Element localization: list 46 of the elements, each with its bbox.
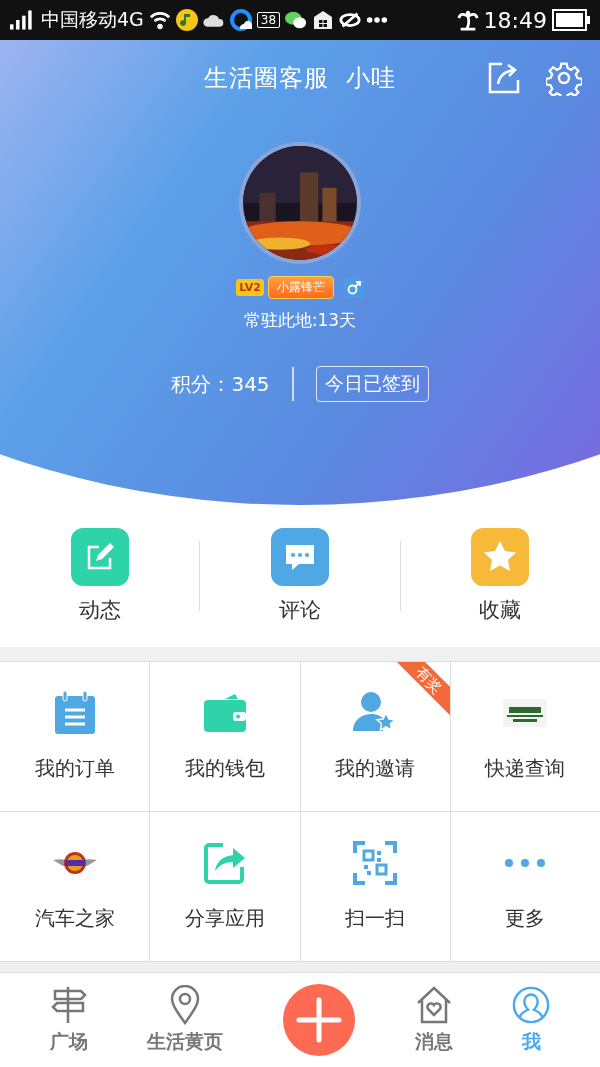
edit-icon[interactable] (70, 528, 129, 586)
add-button[interactable] (283, 984, 355, 1056)
points-score: 积分：345 (171, 370, 270, 398)
menu-tile[interactable]: 我的订单 (0, 662, 150, 811)
qr-scan-icon (353, 841, 398, 885)
notification-count: 38 (256, 12, 281, 28)
rank-title: 小露锋芒 (267, 276, 334, 299)
clock-time: 18:49 (483, 7, 547, 33)
settings-icon[interactable] (546, 60, 582, 96)
express-logo-icon (503, 699, 548, 727)
nav-tab[interactable]: 消息 (414, 985, 453, 1055)
menu-tile[interactable]: 分享应用 (150, 812, 300, 961)
menu-tile[interactable]: 扫一扫 (300, 812, 450, 961)
more-icon (366, 16, 389, 24)
chat-app-icon (285, 9, 308, 31)
user-icon (512, 985, 551, 1025)
store-icon (312, 9, 335, 31)
page-title: 生活圈客服 小哇 (203, 63, 397, 94)
nav-tab[interactable]: 生活黄页 (147, 985, 224, 1055)
battery-icon (552, 9, 590, 31)
nav-tab[interactable]: 广场 (49, 985, 88, 1055)
menu-tile[interactable]: 快递查询 (450, 662, 600, 811)
more-icon (503, 858, 548, 868)
menu-tile[interactable]: 我的钱包 (150, 662, 300, 811)
clipboard-icon (52, 691, 97, 735)
share-icon[interactable] (486, 60, 522, 96)
winged-emblem-icon (52, 849, 97, 877)
chat-bubble-icon[interactable] (271, 528, 329, 586)
plus-icon (283, 984, 355, 1056)
wifi-icon (148, 9, 171, 31)
wallet-icon (202, 691, 247, 735)
signpost-icon (49, 985, 88, 1025)
male-icon (343, 277, 364, 298)
quick-action-label[interactable]: 收藏 (479, 596, 522, 624)
music-app-icon (175, 9, 198, 31)
menu-tile[interactable]: 更多 (450, 812, 600, 961)
share-icon (202, 841, 247, 885)
quick-action-label[interactable]: 动态 (78, 596, 121, 624)
menu-tile[interactable]: 我的邀请 有奖 (300, 662, 450, 811)
menu-tile[interactable]: 汽车之家 (0, 812, 150, 961)
level-badge: LV2 (236, 279, 264, 296)
carrier-name: 中国移动4G (41, 7, 144, 32)
palm-tree-icon (456, 9, 479, 31)
quick-action-label[interactable]: 评论 (279, 596, 321, 624)
browser-app-icon (229, 9, 252, 31)
stay-days: 常驻此地:13天 (243, 309, 357, 332)
